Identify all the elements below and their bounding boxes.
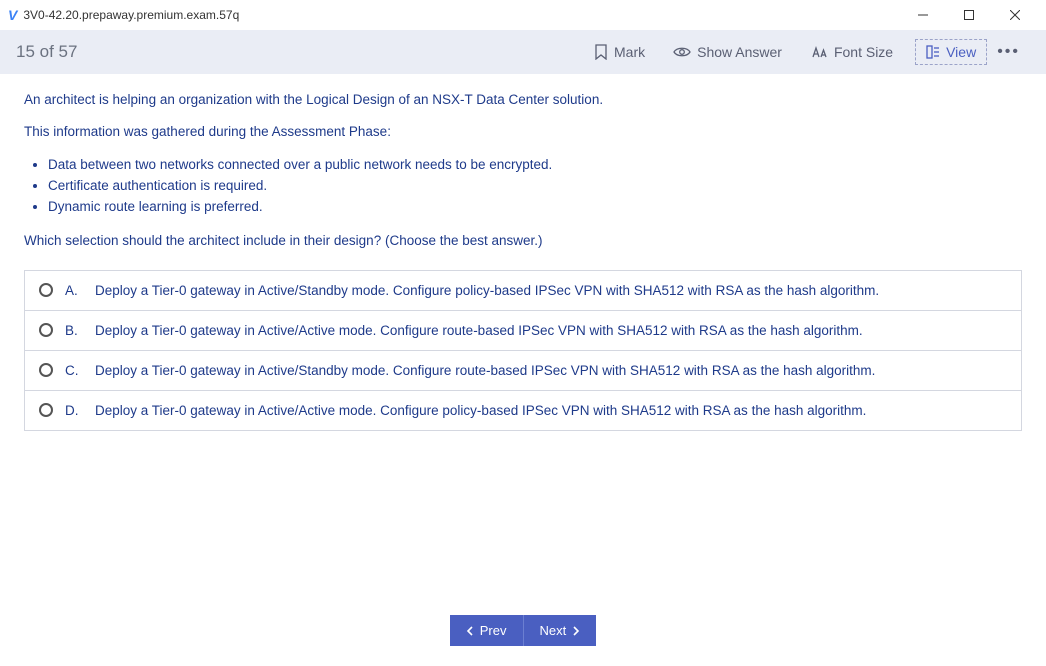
answer-a[interactable]: A. Deploy a Tier-0 gateway in Active/Sta… (25, 271, 1021, 311)
footer: Prev Next (0, 603, 1046, 666)
answer-c[interactable]: C. Deploy a Tier-0 gateway in Active/Sta… (25, 351, 1021, 391)
content-area: An architect is helping an organization … (0, 74, 1046, 603)
answer-b-letter: B. (65, 323, 83, 338)
mark-label: Mark (614, 44, 645, 60)
answer-c-text: Deploy a Tier-0 gateway in Active/Standb… (95, 363, 875, 378)
view-icon (926, 45, 940, 59)
view-label: View (946, 44, 976, 60)
answer-d[interactable]: D. Deploy a Tier-0 gateway in Active/Act… (25, 391, 1021, 430)
bookmark-icon (594, 44, 608, 60)
window-title: 3V0-42.20.prepaway.premium.exam.57q (23, 8, 239, 22)
eye-icon (673, 45, 691, 59)
radio-d[interactable] (39, 403, 53, 417)
ellipsis-icon: ••• (997, 43, 1020, 60)
question-counter: 15 of 57 (16, 42, 77, 62)
bullet-3: Dynamic route learning is preferred. (48, 197, 1022, 217)
answer-a-text: Deploy a Tier-0 gateway in Active/Standb… (95, 283, 879, 298)
show-answer-label: Show Answer (697, 44, 782, 60)
title-bar: V 3V0-42.20.prepaway.premium.exam.57q (0, 0, 1046, 30)
minimize-button[interactable] (900, 0, 946, 30)
question-text: An architect is helping an organization … (24, 90, 1022, 252)
question-bullets: Data between two networks connected over… (36, 155, 1022, 218)
next-label: Next (540, 623, 567, 638)
maximize-button[interactable] (946, 0, 992, 30)
radio-c[interactable] (39, 363, 53, 377)
question-paragraph-2: This information was gathered during the… (24, 122, 1022, 142)
toolbar: 15 of 57 Mark Show Answer Font Size View… (0, 30, 1046, 74)
font-size-icon (810, 45, 828, 59)
view-button[interactable]: View (915, 39, 987, 65)
chevron-left-icon (466, 626, 474, 636)
close-button[interactable] (992, 0, 1038, 30)
chevron-right-icon (572, 626, 580, 636)
window-controls (900, 0, 1038, 30)
next-button[interactable]: Next (524, 615, 597, 646)
answer-list: A. Deploy a Tier-0 gateway in Active/Sta… (24, 270, 1022, 431)
font-size-button[interactable]: Font Size (796, 38, 907, 66)
prev-label: Prev (480, 623, 507, 638)
question-paragraph-3: Which selection should the architect inc… (24, 231, 1022, 251)
radio-b[interactable] (39, 323, 53, 337)
more-button[interactable]: ••• (987, 37, 1030, 67)
answer-c-letter: C. (65, 363, 83, 378)
question-paragraph-1: An architect is helping an organization … (24, 90, 1022, 110)
mark-button[interactable]: Mark (580, 38, 659, 66)
font-size-label: Font Size (834, 44, 893, 60)
bullet-1: Data between two networks connected over… (48, 155, 1022, 175)
answer-d-text: Deploy a Tier-0 gateway in Active/Active… (95, 403, 866, 418)
bullet-2: Certificate authentication is required. (48, 176, 1022, 196)
app-icon: V (8, 7, 17, 23)
radio-a[interactable] (39, 283, 53, 297)
answer-a-letter: A. (65, 283, 83, 298)
answer-d-letter: D. (65, 403, 83, 418)
toolbar-actions: Mark Show Answer Font Size View ••• (580, 37, 1030, 67)
nav-buttons: Prev Next (450, 615, 596, 646)
show-answer-button[interactable]: Show Answer (659, 38, 796, 66)
prev-button[interactable]: Prev (450, 615, 524, 646)
titlebar-left: V 3V0-42.20.prepaway.premium.exam.57q (8, 7, 239, 23)
answer-b-text: Deploy a Tier-0 gateway in Active/Active… (95, 323, 863, 338)
answer-b[interactable]: B. Deploy a Tier-0 gateway in Active/Act… (25, 311, 1021, 351)
